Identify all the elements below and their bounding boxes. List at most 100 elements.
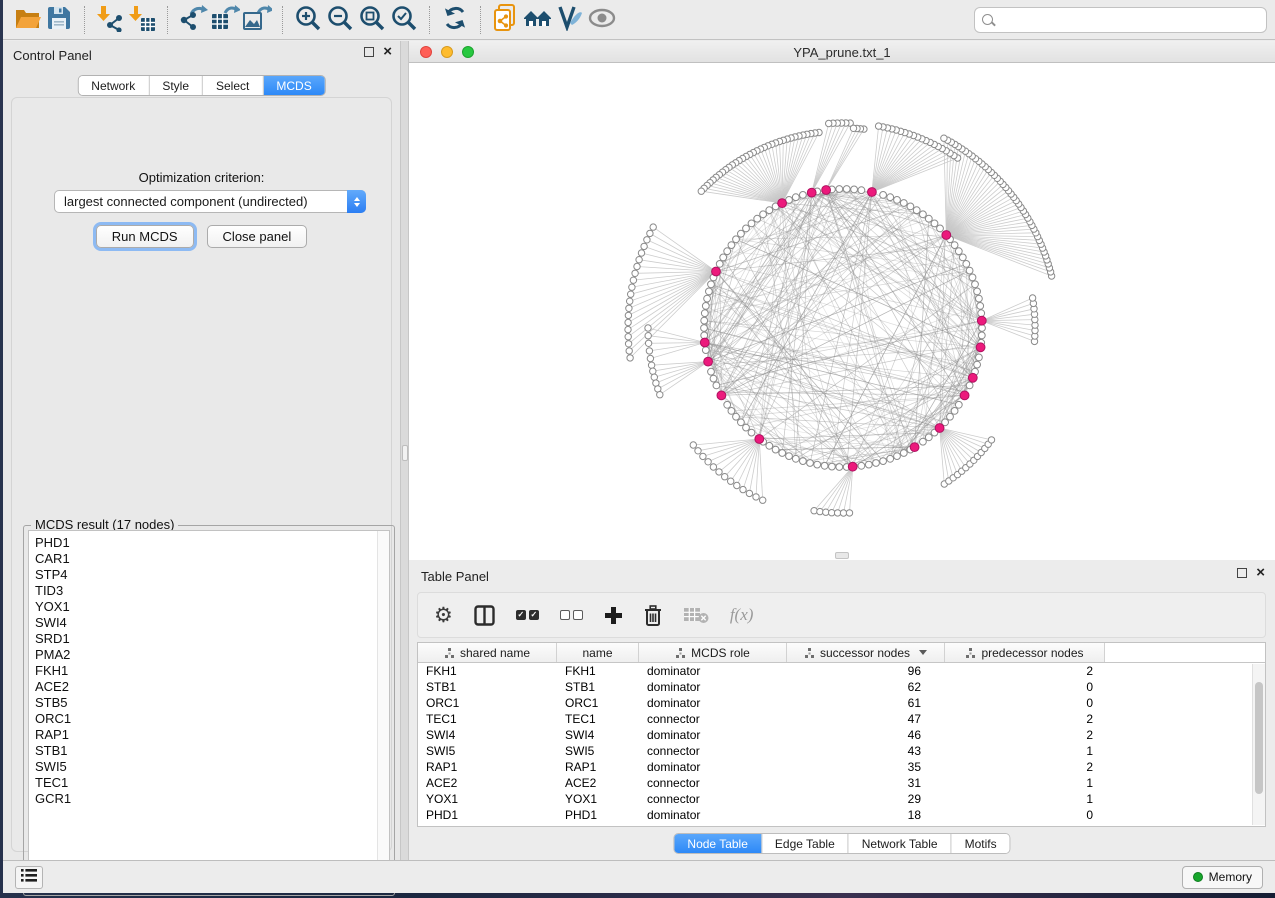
network-node[interactable] bbox=[738, 230, 745, 237]
mcds-result-item[interactable]: TID3 bbox=[29, 583, 389, 599]
select-all-button[interactable]: ✓✓ bbox=[516, 600, 539, 630]
network-canvas[interactable] bbox=[409, 63, 1275, 560]
mcds-hub-node[interactable] bbox=[968, 373, 977, 382]
network-node[interactable] bbox=[722, 474, 728, 480]
network-node[interactable] bbox=[641, 243, 647, 249]
network-node[interactable] bbox=[728, 478, 734, 484]
network-node[interactable] bbox=[969, 274, 976, 281]
network-node[interactable] bbox=[702, 347, 709, 354]
mcds-result-item[interactable]: SWI4 bbox=[29, 615, 389, 631]
network-node[interactable] bbox=[740, 486, 746, 492]
network-node[interactable] bbox=[976, 295, 983, 302]
network-node[interactable] bbox=[647, 355, 653, 361]
mcds-result-item[interactable]: PHD1 bbox=[29, 535, 389, 551]
network-node[interactable] bbox=[814, 461, 821, 468]
open-file-button[interactable] bbox=[11, 4, 43, 36]
float-panel-icon[interactable] bbox=[364, 47, 374, 57]
network-node[interactable] bbox=[925, 215, 932, 222]
network-node[interactable] bbox=[628, 291, 634, 297]
network-node[interactable] bbox=[625, 326, 631, 332]
network-node[interactable] bbox=[690, 442, 696, 448]
table-row[interactable]: TEC1TEC1connector472 bbox=[418, 711, 1265, 727]
table-tab-node-table[interactable]: Node Table bbox=[674, 834, 761, 853]
network-node[interactable] bbox=[734, 482, 740, 488]
mcds-result-item[interactable]: CAR1 bbox=[29, 551, 389, 567]
table-row[interactable]: YOX1YOX1connector291 bbox=[418, 791, 1265, 807]
export-table-button[interactable] bbox=[209, 4, 241, 36]
splitter-grip[interactable] bbox=[402, 445, 408, 461]
network-node[interactable] bbox=[829, 463, 836, 470]
network-from-file-button[interactable] bbox=[490, 4, 522, 36]
network-node[interactable] bbox=[724, 401, 731, 408]
network-node[interactable] bbox=[630, 277, 636, 283]
network-node[interactable] bbox=[894, 197, 901, 204]
network-node[interactable] bbox=[978, 310, 985, 317]
network-node[interactable] bbox=[955, 248, 962, 255]
mcds-result-item[interactable]: ORC1 bbox=[29, 711, 389, 727]
network-node[interactable] bbox=[937, 225, 944, 232]
mcds-hub-node[interactable] bbox=[848, 462, 857, 471]
network-node[interactable] bbox=[650, 224, 656, 230]
network-node[interactable] bbox=[955, 401, 962, 408]
mcds-hub-node[interactable] bbox=[977, 316, 986, 325]
table-row[interactable]: ACE2ACE2connector311 bbox=[418, 775, 1265, 791]
delete-row-button[interactable] bbox=[644, 600, 662, 630]
network-node[interactable] bbox=[695, 448, 701, 454]
network-node[interactable] bbox=[708, 368, 715, 375]
network-node[interactable] bbox=[651, 374, 657, 380]
memory-button[interactable]: Memory bbox=[1182, 866, 1263, 889]
network-node[interactable] bbox=[766, 442, 773, 449]
network-node[interactable] bbox=[748, 220, 755, 227]
mcds-hub-node[interactable] bbox=[778, 199, 787, 208]
network-node[interactable] bbox=[746, 490, 752, 496]
network-node[interactable] bbox=[887, 455, 894, 462]
network-node[interactable] bbox=[733, 413, 740, 420]
network-node[interactable] bbox=[786, 453, 793, 460]
network-node[interactable] bbox=[974, 288, 981, 295]
network-node[interactable] bbox=[645, 340, 651, 346]
scrollbar-thumb[interactable] bbox=[1255, 682, 1263, 794]
table-tab-network-table[interactable]: Network Table bbox=[848, 834, 951, 853]
network-node[interactable] bbox=[650, 368, 656, 374]
network-node[interactable] bbox=[851, 186, 858, 193]
network-node[interactable] bbox=[826, 120, 832, 126]
tab-network[interactable]: Network bbox=[78, 76, 148, 95]
network-node[interactable] bbox=[800, 458, 807, 465]
table-tab-motifs[interactable]: Motifs bbox=[951, 834, 1010, 853]
network-node[interactable] bbox=[728, 408, 735, 415]
network-node[interactable] bbox=[626, 348, 632, 354]
mcds-result-item[interactable]: GCR1 bbox=[29, 791, 389, 807]
mcds-hub-node[interactable] bbox=[868, 188, 877, 197]
deselect-all-button[interactable] bbox=[560, 600, 583, 630]
network-node[interactable] bbox=[966, 382, 973, 389]
network-node[interactable] bbox=[701, 325, 708, 332]
table-settings-button[interactable]: ⚙ bbox=[434, 600, 453, 630]
network-node[interactable] bbox=[974, 361, 981, 368]
network-node[interactable] bbox=[880, 458, 887, 465]
network-node[interactable] bbox=[972, 281, 979, 288]
network-node[interactable] bbox=[772, 446, 779, 453]
tab-style[interactable]: Style bbox=[148, 76, 202, 95]
mcds-hub-node[interactable] bbox=[942, 231, 951, 240]
tab-select[interactable]: Select bbox=[202, 76, 262, 95]
network-node[interactable] bbox=[894, 453, 901, 460]
mcds-hub-node[interactable] bbox=[700, 338, 709, 347]
zoom-in-button[interactable] bbox=[292, 4, 324, 36]
network-node[interactable] bbox=[627, 355, 633, 361]
network-node[interactable] bbox=[629, 284, 635, 290]
network-node[interactable] bbox=[743, 225, 750, 232]
mcds-hub-node[interactable] bbox=[807, 188, 816, 197]
network-node[interactable] bbox=[963, 261, 970, 268]
network-node[interactable] bbox=[754, 215, 761, 222]
zoom-out-button[interactable] bbox=[324, 4, 356, 36]
network-node[interactable] bbox=[648, 362, 654, 368]
show-columns-button[interactable] bbox=[474, 600, 495, 630]
network-node[interactable] bbox=[858, 462, 865, 469]
network-node[interactable] bbox=[900, 200, 907, 207]
network-node[interactable] bbox=[920, 438, 927, 445]
panel-splitter[interactable] bbox=[400, 41, 409, 860]
network-node[interactable] bbox=[979, 325, 986, 332]
zoom-selected-button[interactable] bbox=[388, 4, 420, 36]
network-node[interactable] bbox=[627, 298, 633, 304]
network-node[interactable] bbox=[645, 325, 651, 331]
